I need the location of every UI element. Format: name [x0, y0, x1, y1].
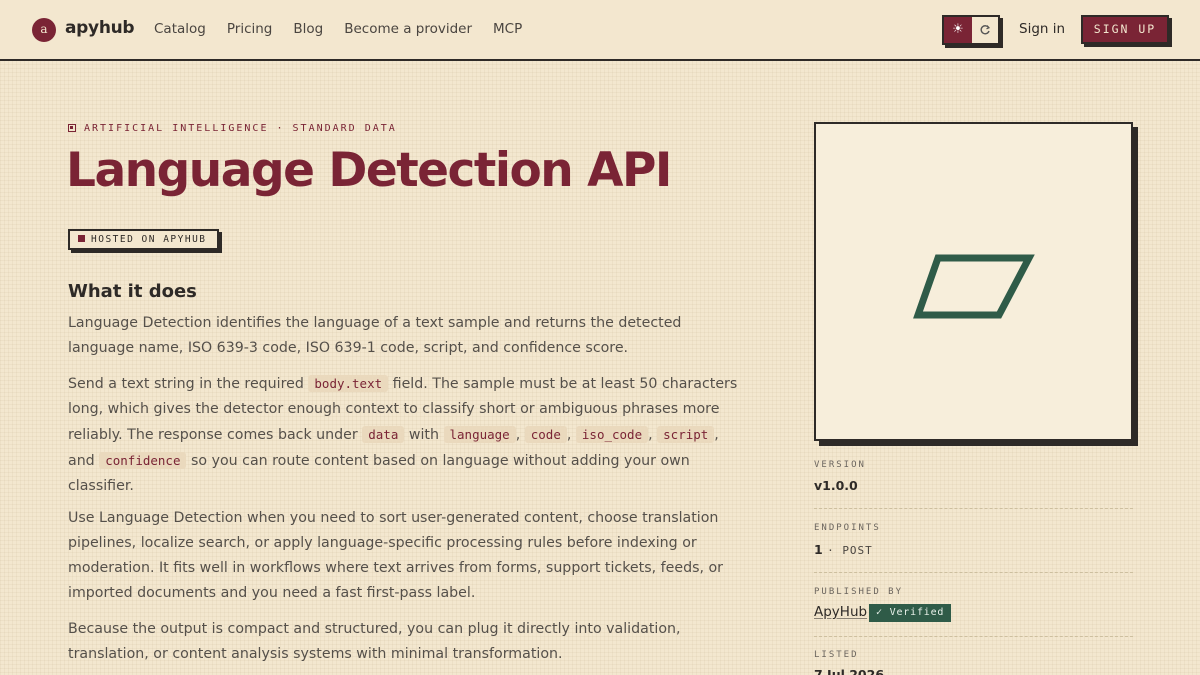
code-code: code — [524, 426, 567, 443]
code-confidence: confidence — [99, 452, 187, 469]
paragraph-3: Use Language Detection when you need to … — [68, 510, 724, 601]
parallelogram-logo-icon — [913, 254, 1035, 319]
endpoints-method: · POST — [827, 544, 873, 557]
main-nav: Catalog Pricing Blog Become a provider M… — [154, 21, 543, 37]
sun-icon[interactable]: ☀ — [944, 17, 972, 43]
system-theme-icon[interactable] — [972, 17, 998, 43]
section-heading: What it does — [68, 281, 197, 302]
logo-icon[interactable]: a — [32, 18, 56, 42]
listed-label: LISTED — [814, 650, 859, 660]
hosted-badge-label: HOSTED ON APYHUB — [91, 234, 207, 245]
code-script: script — [657, 426, 715, 443]
check-icon: ✓ — [876, 607, 883, 618]
theme-toggle[interactable]: ☀ — [942, 15, 1000, 45]
paragraph-4: Because the output is compact and struct… — [68, 621, 681, 662]
paragraph-2: Send a text string in the required body.… — [68, 375, 738, 494]
endpoints-count: 1 — [814, 542, 823, 557]
divider — [814, 572, 1133, 573]
sign-up-button[interactable]: SIGN UP — [1081, 15, 1169, 44]
code-data: data — [362, 426, 405, 443]
endpoints-value: 1 · POST — [814, 542, 873, 557]
version-value: v1.0.0 — [814, 478, 858, 493]
p2-text-d: and — [68, 453, 95, 469]
publisher-link[interactable]: ApyHub — [814, 604, 867, 620]
nav-become-provider[interactable]: Become a provider — [344, 21, 472, 37]
divider — [814, 508, 1133, 509]
sign-in-link[interactable]: Sign in — [1019, 21, 1065, 37]
divider — [814, 636, 1133, 637]
endpoints-method-text: POST — [842, 544, 873, 557]
published-by-label: PUBLISHED BY — [814, 587, 904, 597]
category-text: ARTIFICIAL INTELLIGENCE · STANDARD DATA — [84, 123, 397, 134]
logo-text[interactable]: apyhub — [65, 18, 135, 38]
nav-catalog[interactable]: Catalog — [154, 21, 206, 37]
badge-square-icon — [78, 235, 85, 242]
nav-mcp[interactable]: MCP — [493, 21, 522, 37]
listed-value: 7 Jul 2026 — [814, 667, 885, 675]
page-title: Language Detection API — [66, 143, 672, 198]
api-logo-card — [814, 122, 1133, 441]
top-nav-bar: a apyhub Catalog Pricing Blog Become a p… — [0, 0, 1200, 61]
category-square-icon — [68, 124, 76, 132]
paragraph-1: Language Detection identifies the langua… — [68, 315, 682, 356]
nav-pricing[interactable]: Pricing — [227, 21, 273, 37]
code-language: language — [443, 426, 516, 443]
endpoints-label: ENDPOINTS — [814, 523, 881, 533]
code-iso-code: iso_code — [575, 426, 649, 443]
p2-text-a: Send a text string in the required — [68, 376, 304, 392]
hosted-badge: HOSTED ON APYHUB — [68, 229, 219, 250]
verified-badge: ✓ Verified — [869, 604, 952, 622]
publisher-value: ApyHub — [814, 604, 867, 620]
code-body-text: body.text — [308, 375, 389, 392]
category-eyebrow: ARTIFICIAL INTELLIGENCE · STANDARD DATA — [68, 123, 397, 134]
p2-text-c: with — [408, 427, 439, 443]
verified-label: Verified — [889, 607, 945, 618]
version-label: VERSION — [814, 460, 866, 470]
nav-blog[interactable]: Blog — [293, 21, 323, 37]
